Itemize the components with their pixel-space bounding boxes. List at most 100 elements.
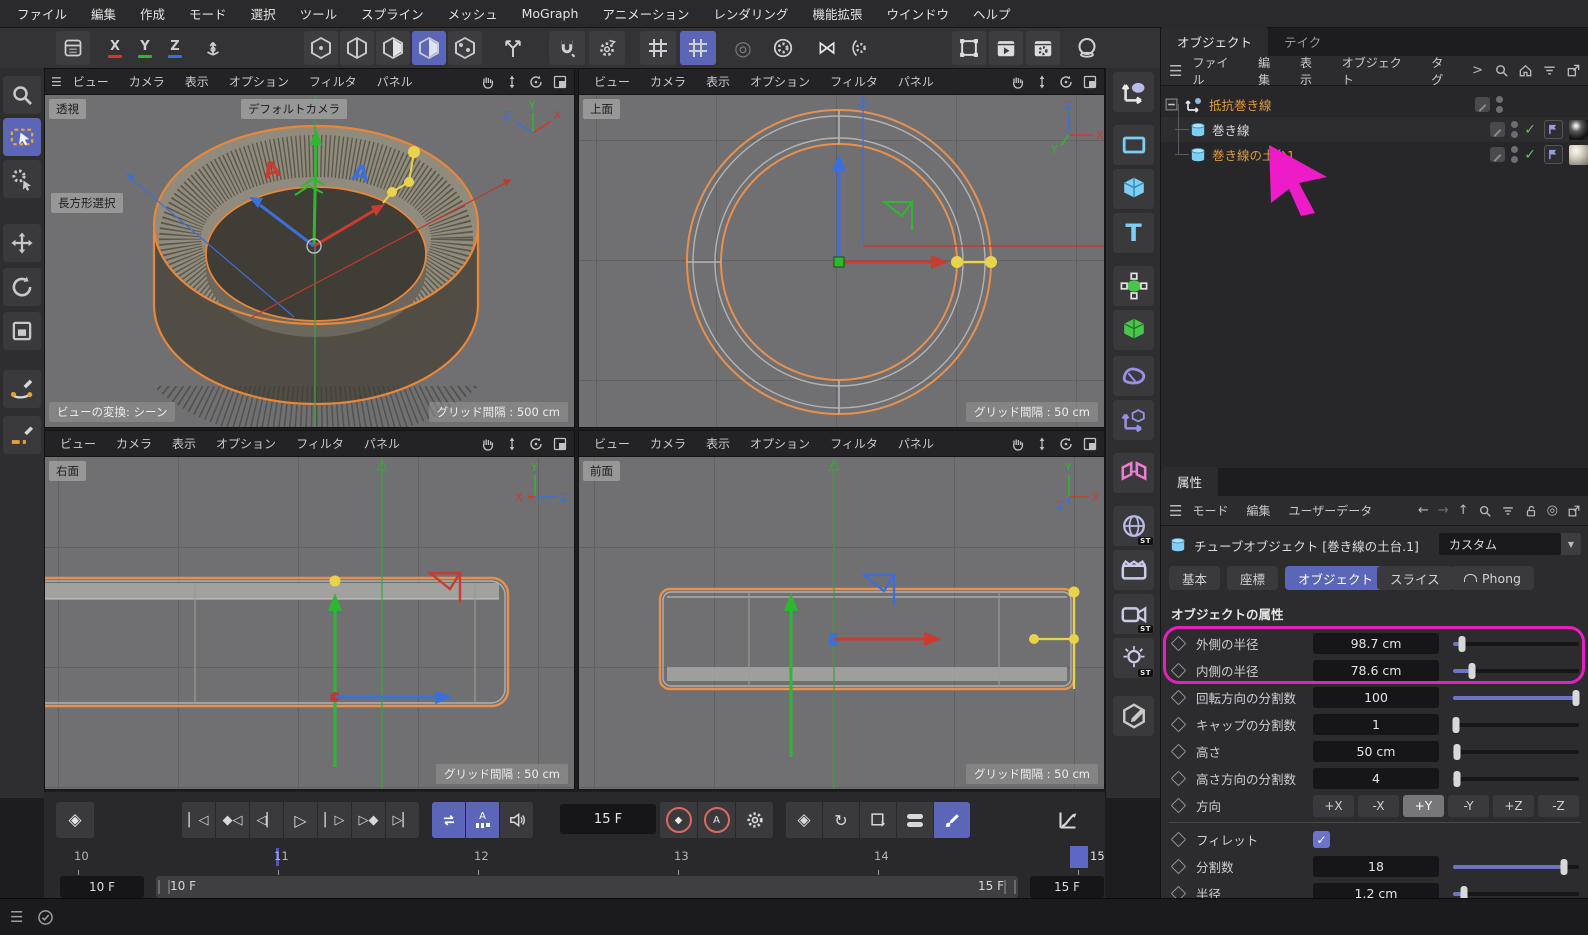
axis-mode-button[interactable] xyxy=(496,31,530,65)
viewport-label[interactable]: 上面 xyxy=(583,99,620,119)
attr-menu-mode[interactable]: モード xyxy=(1184,499,1236,522)
om-menu-file[interactable]: ファイル xyxy=(1184,51,1248,91)
tree-row-coil-base[interactable]: 巻き線の土台1 ✓ xyxy=(1161,142,1588,167)
vp-menu-view[interactable]: ビュー xyxy=(585,70,639,93)
attr-menu-userdata[interactable]: ユーザーデータ xyxy=(1280,499,1380,522)
viewport-search-button[interactable] xyxy=(3,76,41,114)
menu-spline[interactable]: スプライン xyxy=(350,0,435,27)
vp-menu-camera[interactable]: カメラ xyxy=(120,70,174,93)
attr-tab-slice[interactable]: スライス xyxy=(1377,566,1453,590)
rectangle-select-tool[interactable] xyxy=(3,118,41,156)
sky-environment-button[interactable]: ST xyxy=(1113,506,1154,546)
menu-edit[interactable]: 編集 xyxy=(80,0,127,27)
coordinate-system-button[interactable] xyxy=(196,31,230,65)
render-options-button[interactable] xyxy=(766,31,800,65)
lock-y-axis-button[interactable]: Y xyxy=(132,31,158,65)
viewport-label[interactable]: 前面 xyxy=(583,461,620,481)
direction-plus-y[interactable]: +Y xyxy=(1403,795,1444,817)
viewport-label[interactable]: 透視 xyxy=(49,99,86,119)
vp-menu-panel[interactable]: パネル xyxy=(889,70,943,93)
make-editable-button[interactable] xyxy=(304,31,338,65)
menu-help[interactable]: ヘルプ xyxy=(962,0,1022,27)
inner-radius-field[interactable]: 78.6 cm xyxy=(1313,660,1439,681)
enabled-check-icon[interactable]: ✓ xyxy=(1524,147,1536,163)
inner-radius-slider[interactable] xyxy=(1453,660,1579,681)
previous-frame-button[interactable]: ◁▏ xyxy=(250,802,283,838)
extrude-generator-button[interactable] xyxy=(1113,310,1154,350)
vp-menu-options[interactable]: オプション xyxy=(207,432,285,455)
vp-menu-view[interactable]: ビュー xyxy=(585,432,639,455)
vp-menu-display[interactable]: 表示 xyxy=(697,70,739,93)
attr-tab-object[interactable]: オブジェクト xyxy=(1285,566,1386,590)
viewport-hamburger-icon[interactable]: ☰ xyxy=(51,75,62,89)
snap-settings-button[interactable] xyxy=(589,31,625,65)
menu-mesh[interactable]: メッシュ xyxy=(437,0,509,27)
loop-mode-button[interactable] xyxy=(432,802,465,838)
visibility-dots[interactable] xyxy=(1496,96,1503,113)
direction-minus-x[interactable]: -X xyxy=(1358,795,1399,817)
fillet-checkbox[interactable]: ✓ xyxy=(1313,831,1330,848)
orbit-icon[interactable] xyxy=(1058,74,1074,90)
vp-menu-view[interactable]: ビュー xyxy=(51,432,105,455)
anim-key-diamond-icon[interactable] xyxy=(1171,636,1187,652)
timeline-ruler[interactable]: 10 11 12 13 14 15 xyxy=(44,846,1105,868)
om-hamburger-icon[interactable]: ☰ xyxy=(1169,62,1182,80)
menu-file[interactable]: ファイル xyxy=(6,0,78,27)
keyframe-diamond-button[interactable]: ◈ xyxy=(56,802,94,838)
symmetry-butterfly-button[interactable]: ⋈ xyxy=(810,31,844,65)
om-filter-icon[interactable] xyxy=(1542,63,1557,78)
vp-menu-camera[interactable]: カメラ xyxy=(641,432,695,455)
interactive-render-region-button[interactable]: ◎ xyxy=(726,31,760,65)
parent-up-icon[interactable]: ↑ xyxy=(1458,503,1469,518)
rotate-tool[interactable] xyxy=(3,268,41,306)
history-back-icon[interactable]: ← xyxy=(1418,503,1429,518)
cube-primitive-button[interactable] xyxy=(1113,169,1154,209)
vp-menu-display[interactable]: 表示 xyxy=(697,432,739,455)
modeling-settings-button[interactable] xyxy=(842,31,876,65)
sweep-generator-button[interactable] xyxy=(1113,356,1154,396)
preset-dropdown[interactable]: カスタム xyxy=(1439,533,1561,555)
sketch-spline-tool[interactable] xyxy=(3,416,41,454)
anim-key-diamond-icon[interactable] xyxy=(1171,832,1187,848)
playhead[interactable] xyxy=(1070,846,1088,868)
anim-key-diamond-icon[interactable] xyxy=(1171,690,1187,706)
toggle-panel-icon[interactable] xyxy=(1082,74,1098,90)
key-parameters-button[interactable] xyxy=(897,802,933,838)
om-search-icon[interactable] xyxy=(1494,63,1509,78)
toggle-panel-icon[interactable] xyxy=(552,74,568,90)
outer-radius-slider[interactable] xyxy=(1453,633,1579,654)
anim-key-diamond-icon[interactable] xyxy=(1171,771,1187,787)
preset-dropdown-arrow[interactable]: ▼ xyxy=(1561,533,1581,555)
dolly-icon[interactable] xyxy=(1034,74,1050,90)
direction-minus-y[interactable]: -Y xyxy=(1448,795,1489,817)
enabled-check-icon[interactable]: ✓ xyxy=(1524,122,1536,138)
lock-workplane-button[interactable] xyxy=(680,31,716,65)
key-pla-button[interactable] xyxy=(934,802,970,838)
editor-visibility-toggle[interactable] xyxy=(1490,122,1505,137)
viewport-right[interactable]: ビュー カメラ 表示 オプション フィルタ パネル xyxy=(44,430,575,790)
om-home-icon[interactable] xyxy=(1518,63,1533,78)
vp-menu-filter[interactable]: フィルタ xyxy=(821,432,887,455)
height-segments-slider[interactable] xyxy=(1453,768,1579,789)
autokey-display-button[interactable]: A xyxy=(466,802,499,838)
vp-menu-filter[interactable]: フィルタ xyxy=(287,432,353,455)
vp-menu-options[interactable]: オプション xyxy=(741,432,819,455)
phong-tag-icon[interactable] xyxy=(1544,120,1563,139)
object-name[interactable]: 抵抗巻き線 xyxy=(1209,95,1272,114)
menu-select[interactable]: 選択 xyxy=(240,0,287,27)
orbit-icon[interactable] xyxy=(1058,436,1074,452)
next-frame-button[interactable]: ▏▷ xyxy=(318,802,351,838)
autokey-toggle-button[interactable]: A xyxy=(698,802,735,838)
om-menu-tags[interactable]: タグ xyxy=(1423,51,1463,91)
vp-menu-filter[interactable]: フィルタ xyxy=(300,70,366,93)
material-sphere-button[interactable] xyxy=(1070,31,1104,65)
range-start-field[interactable]: 10 F xyxy=(60,876,144,898)
visibility-dots[interactable] xyxy=(1511,146,1518,163)
tube-object-icon[interactable] xyxy=(1189,146,1207,164)
attr-filter-icon[interactable] xyxy=(1501,504,1515,518)
vp-menu-camera[interactable]: カメラ xyxy=(641,70,695,93)
outer-radius-field[interactable]: 98.7 cm xyxy=(1313,633,1439,654)
move-tool[interactable] xyxy=(3,224,41,262)
attr-tab-basic[interactable]: 基本 xyxy=(1169,566,1220,590)
uv-mode-button[interactable] xyxy=(448,31,482,65)
